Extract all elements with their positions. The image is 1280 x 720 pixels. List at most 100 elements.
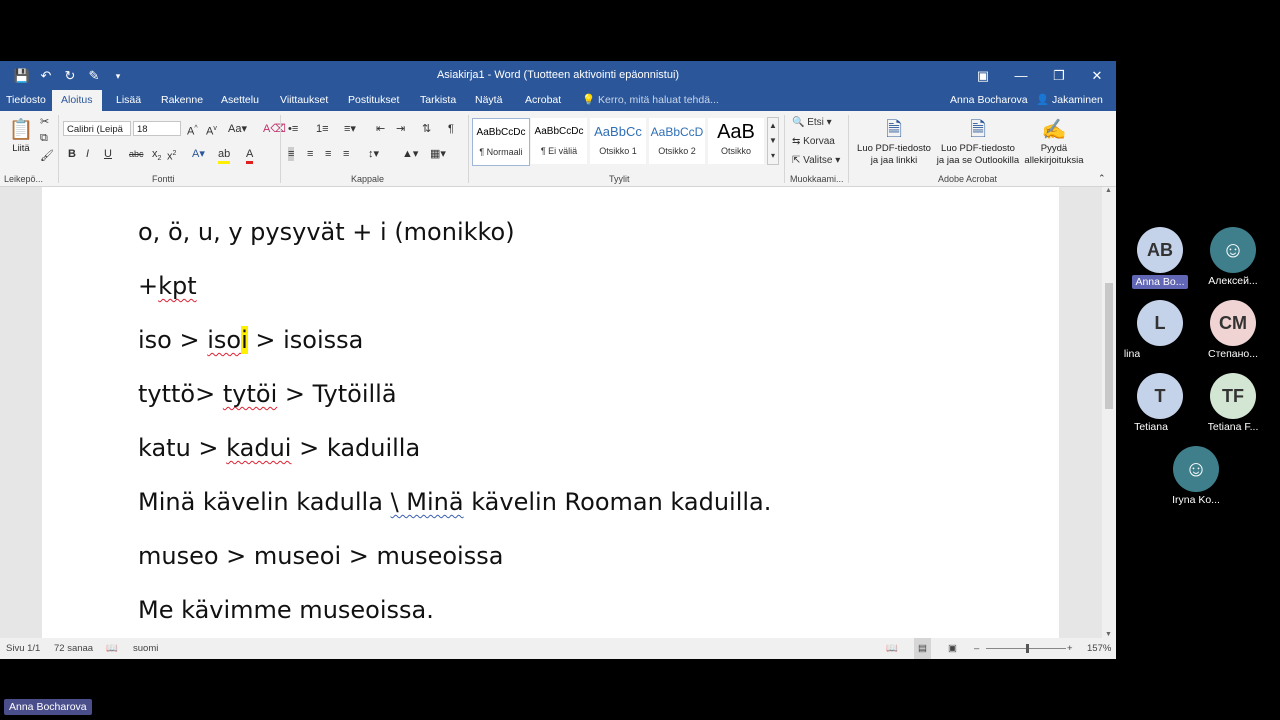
subscript-icon[interactable]: x2 [152,147,161,166]
doc-text: iso > [138,326,208,354]
scrollbar-thumb[interactable] [1105,283,1113,409]
group-separator [58,115,59,183]
shading-icon[interactable]: ▲▾ [402,147,418,161]
participant-tile[interactable]: CM Степано... [1193,300,1273,365]
replace-button[interactable]: ⇆ Korvaa [792,135,835,149]
grow-font-icon[interactable]: A^ [187,122,198,139]
decrease-indent-icon[interactable]: ⇤ [376,122,385,136]
font-size-select[interactable]: 18 [133,121,181,136]
align-left-icon[interactable]: ≡ [288,147,295,161]
style-name: ¶ Ei väliä [540,146,578,156]
pdf-link-label-1: Luo PDF-tiedosto [857,143,931,154]
tab-mailings[interactable]: Postitukset [348,90,399,111]
style-heading-1[interactable]: AaBbCc Otsikko 1 [590,118,646,164]
numbering-icon[interactable]: 1≡ [316,122,329,136]
text-effects-icon[interactable]: A▾ [192,147,205,161]
shrink-font-icon[interactable]: Av [206,122,217,139]
minimize-button[interactable]: — [1002,61,1040,90]
zoom-level[interactable]: 157% [1087,638,1111,659]
align-right-icon[interactable]: ≡ [325,147,331,161]
cut-icon[interactable]: ✂ [40,115,49,129]
underline-icon[interactable]: U [104,147,112,161]
doc-line: +kpt [138,272,197,300]
share-button[interactable]: 👤 Jakaminen [1036,90,1103,111]
page-count[interactable]: Sivu 1/1 [6,638,40,659]
print-layout-icon[interactable]: ▤ [914,638,931,659]
zoom-in-icon[interactable]: + [1067,638,1073,659]
request-signatures-button[interactable]: ✍ Pyydä allekirjoituksia [1021,117,1087,167]
tab-review[interactable]: Tarkista [420,90,456,111]
status-bar: Sivu 1/1 72 sanaa 📖 suomi 📖 ▤ ▣ – + 157% [0,638,1116,659]
style-normal[interactable]: AaBbCcDc ¶ Normaali [472,118,530,166]
group-label-clipboard: Leikepö... [4,174,44,184]
person-icon: 👤 [1036,94,1050,106]
doc-text: tyttö> [138,380,223,408]
participant-tile[interactable]: T Tetiana [1120,373,1200,438]
zoom-slider-thumb[interactable] [1026,644,1029,653]
find-button[interactable]: 🔍 Etsi ▾ [792,116,832,130]
align-center-icon[interactable]: ≡ [307,147,313,161]
web-layout-icon[interactable]: ▣ [948,638,957,659]
line-spacing-icon[interactable]: ↕▾ [368,147,379,161]
style-title[interactable]: AaB Otsikko [708,118,764,164]
tab-design[interactable]: Rakenne [161,90,203,111]
word-count[interactable]: 72 sanaa [54,638,93,659]
participant-tile[interactable]: L lina [1120,300,1200,365]
read-mode-icon[interactable]: 📖 [886,638,898,659]
bullets-icon[interactable]: •≡ [288,122,298,136]
superscript-icon[interactable]: x2 [167,147,176,164]
scroll-down-icon[interactable]: ▼ [1105,631,1112,638]
style-no-spacing[interactable]: AaBbCcDc ¶ Ei väliä [531,118,587,164]
borders-icon[interactable]: ▦▾ [430,147,446,161]
justify-icon[interactable]: ≡ [343,147,349,161]
participant-tile[interactable]: AB Anna Bo... [1120,227,1200,294]
tab-home[interactable]: Aloitus [52,90,102,111]
participant-tile[interactable]: TF Tetiana F... [1193,373,1273,438]
avatar: TF [1210,373,1256,419]
styles-scroll[interactable]: ▲ ▼ ▾ [767,117,779,165]
proofing-icon[interactable]: 📖 [106,638,118,659]
change-case-icon[interactable]: Aa▾ [228,122,247,136]
participant-tile[interactable]: ☺ Iryna Ko... [1156,446,1236,511]
vertical-scrollbar[interactable]: ▲ ▼ [1102,187,1116,638]
paste-label: Liitä [12,143,30,154]
strikethrough-icon[interactable]: abc [129,147,144,161]
tab-insert[interactable]: Lisää [116,90,141,111]
collapse-ribbon-icon[interactable]: ⌃ [1098,171,1106,185]
multilevel-list-icon[interactable]: ≡▾ [344,122,356,136]
font-name-select[interactable]: Calibri (Leipä [63,121,131,136]
ribbon-display-icon[interactable]: ▣ [964,61,1002,90]
tab-layout[interactable]: Asettelu [221,90,259,111]
user-name[interactable]: Anna Bocharova [950,90,1028,111]
show-marks-icon[interactable]: ¶ [448,122,454,136]
search-icon: 🔍 [792,117,805,128]
copy-icon[interactable]: ⧉ [40,131,48,145]
maximize-button[interactable]: ❐ [1040,61,1078,90]
close-button[interactable]: ✕ [1078,61,1116,90]
create-pdf-link-button[interactable]: 🗎 Luo PDF-tiedosto ja jaa linkki [853,117,935,167]
scroll-up-icon[interactable]: ▲ [1105,187,1112,194]
participant-name: Степано... [1207,348,1259,360]
tab-file[interactable]: Tiedosto [6,90,46,111]
sort-icon[interactable]: ⇅ [422,122,431,136]
bold-icon[interactable]: B [68,147,76,161]
highlight-icon[interactable]: ab [218,147,231,164]
language[interactable]: suomi [133,638,158,659]
font-color-icon[interactable]: A [246,147,254,164]
select-button[interactable]: ⇱ Valitse ▾ [792,154,840,168]
style-heading-2[interactable]: AaBbCcD Otsikko 2 [649,118,705,164]
paste-button[interactable]: 📋 Liitä [6,117,36,155]
zoom-out-icon[interactable]: – [974,638,979,659]
doc-line: tyttö> tytöi > Tytöillä [138,380,397,408]
italic-icon[interactable]: I [86,147,89,161]
tab-acrobat[interactable]: Acrobat [525,90,561,111]
participant-tile[interactable]: ☺ Алексей... [1193,227,1273,292]
increase-indent-icon[interactable]: ⇥ [396,122,405,136]
document-page[interactable]: o, ö, u, y pysyvät + i (monikko) +kpt is… [42,187,1059,638]
create-pdf-outlook-button[interactable]: 🗎 Luo PDF-tiedosto ja jaa se Outlookilla [933,117,1023,167]
format-painter-icon[interactable]: 🖌 [40,149,54,163]
clear-formatting-icon[interactable]: A⌫ [263,122,286,136]
tell-me-box[interactable]: 💡 Kerro, mitä haluat tehdä... [582,90,719,111]
tab-references[interactable]: Viittaukset [280,90,328,111]
tab-view[interactable]: Näytä [475,90,502,111]
